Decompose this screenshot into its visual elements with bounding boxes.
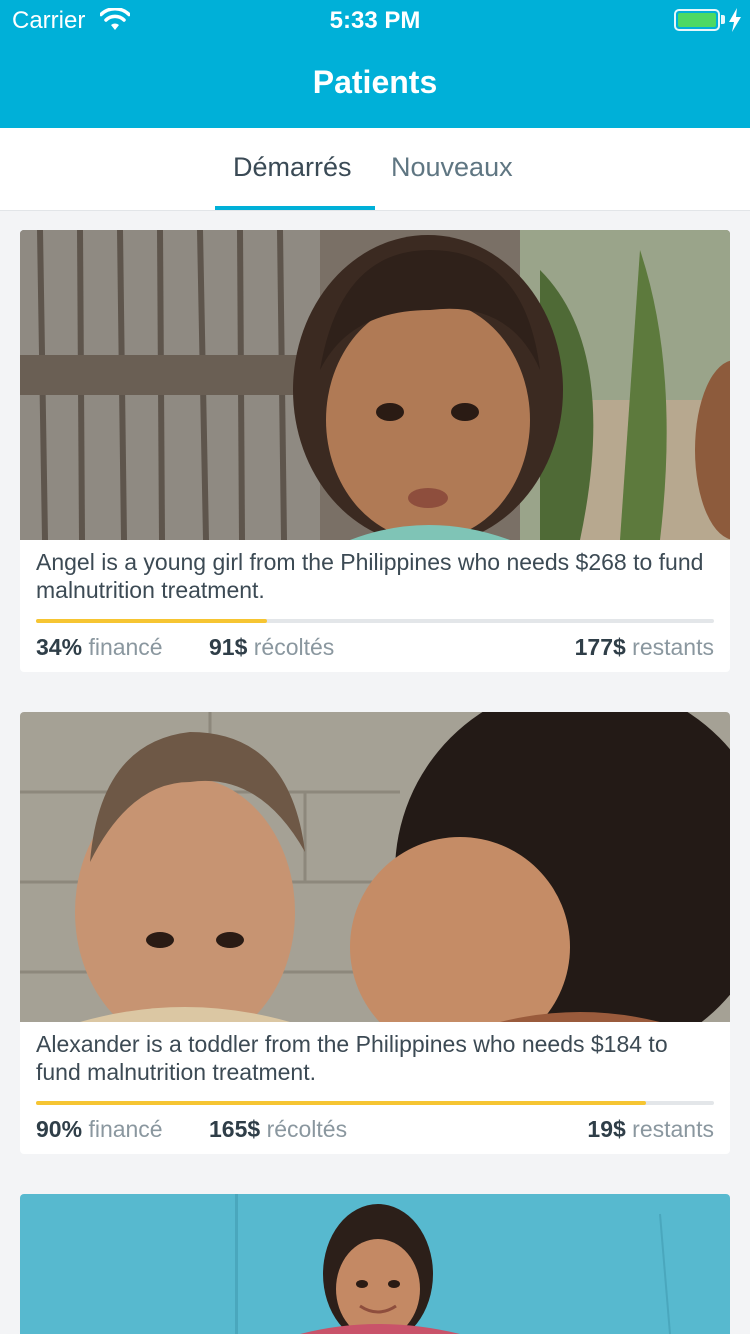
- patient-photo: [20, 1194, 730, 1334]
- remaining-amount: 19$: [587, 1116, 626, 1142]
- raised-label: récoltés: [253, 634, 335, 660]
- patient-description: Angel is a young girl from the Philippin…: [36, 549, 704, 603]
- funded-label: financé: [88, 1116, 163, 1142]
- tab-nouveaux[interactable]: Nouveaux: [391, 152, 513, 183]
- funding-stats: 90% financé 165$ récoltés 19$ restants: [36, 1116, 714, 1148]
- patient-description: Alexander is a toddler from the Philippi…: [36, 1031, 668, 1085]
- patient-card-angel[interactable]: Angel is a young girl from the Philippin…: [20, 230, 730, 672]
- funding-progress-bar: [36, 619, 714, 623]
- funded-stat: 34% financé: [36, 634, 163, 661]
- funding-progress-fill: [36, 1101, 647, 1105]
- status-bar: Carrier 5:33 PM: [0, 0, 750, 40]
- page-title: Patients: [312, 64, 438, 100]
- active-tab-indicator: [215, 206, 375, 210]
- patient-photo: [20, 230, 730, 540]
- raised-stat: 165$ récoltés: [209, 1116, 347, 1143]
- raised-amount: 91$: [209, 634, 248, 660]
- funded-percent: 34%: [36, 634, 83, 660]
- funded-stat: 90% financé: [36, 1116, 163, 1143]
- remaining-amount: 177$: [574, 634, 626, 660]
- funding-progress-bar: [36, 1101, 714, 1105]
- battery-cap: [721, 15, 725, 24]
- funding-progress-fill: [36, 619, 267, 623]
- remaining-stat: 177$ restants: [575, 634, 714, 661]
- charging-bolt-icon: [729, 8, 741, 32]
- battery-icon: [674, 9, 720, 31]
- remaining-label: restants: [632, 634, 714, 660]
- funded-percent: 90%: [36, 1116, 83, 1142]
- segment-tabs: Démarrés Nouveaux: [0, 128, 750, 211]
- remaining-label: restants: [632, 1116, 714, 1142]
- raised-stat: 91$ récoltés: [209, 634, 334, 661]
- raised-label: récoltés: [266, 1116, 348, 1142]
- funding-stats: 34% financé 91$ récoltés 177$ restants: [36, 634, 714, 666]
- patient-card-partial[interactable]: [20, 1194, 730, 1334]
- tab-demarres[interactable]: Démarrés: [233, 152, 352, 183]
- clock: 5:33 PM: [329, 7, 421, 34]
- patient-card-alexander[interactable]: Alexander is a toddler from the Philippi…: [20, 712, 730, 1154]
- navigation-bar: Patients: [0, 40, 750, 128]
- patient-photo: [20, 712, 730, 1022]
- remaining-stat: 19$ restants: [587, 1116, 714, 1143]
- funded-label: financé: [88, 634, 163, 660]
- raised-amount: 165$: [209, 1116, 261, 1142]
